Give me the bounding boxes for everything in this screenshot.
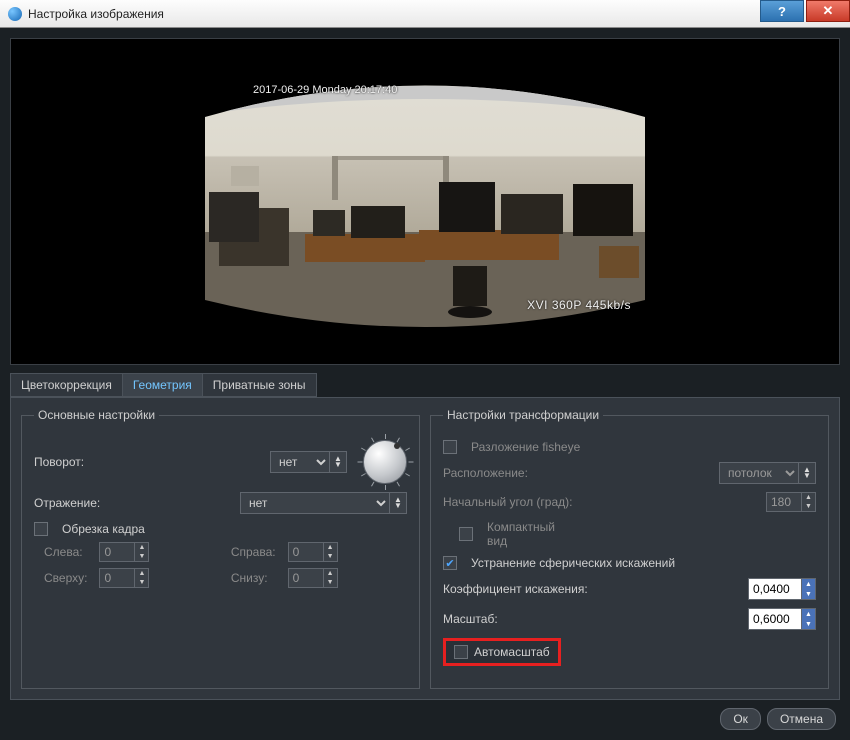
- chevron-down-icon[interactable]: ▲▼: [389, 492, 407, 514]
- tab-color[interactable]: Цветокоррекция: [10, 373, 123, 397]
- rotation-dial[interactable]: [363, 440, 407, 484]
- chevron-down-icon[interactable]: ▲▼: [329, 451, 347, 473]
- app-icon: [8, 7, 22, 21]
- compact-label: Компактный вид: [487, 520, 555, 548]
- spherical-checkbox[interactable]: [443, 556, 457, 570]
- compact-checkbox[interactable]: [459, 527, 473, 541]
- autoscale-highlight: Автомасштаб: [443, 638, 561, 666]
- crop-bottom-input[interactable]: ▲▼: [288, 568, 407, 588]
- rotation-select[interactable]: нет: [270, 451, 330, 473]
- coeff-input[interactable]: ▲▼: [748, 578, 816, 600]
- chevron-down-icon[interactable]: ▲▼: [798, 462, 816, 484]
- scale-input[interactable]: ▲▼: [748, 608, 816, 630]
- placement-select[interactable]: потолок: [719, 462, 799, 484]
- tab-geometry[interactable]: Геометрия: [122, 373, 203, 397]
- autoscale-label: Автомасштаб: [474, 645, 550, 659]
- crop-left-label: Слева:: [44, 545, 87, 559]
- crop-label: Обрезка кадра: [62, 522, 145, 536]
- help-button[interactable]: [760, 0, 804, 22]
- scale-label: Масштаб:: [443, 612, 740, 626]
- tabstrip: Цветокоррекция Геометрия Приватные зоны: [10, 373, 840, 397]
- coeff-label: Коэффициент искажения:: [443, 582, 740, 596]
- crop-top-label: Сверху:: [44, 571, 87, 585]
- overlay-timestamp: 2017-06-29 Monday 20:17:40: [253, 84, 397, 96]
- crop-checkbox[interactable]: [34, 522, 48, 536]
- camera-frame: 2017-06-29 Monday 20:17:40 XVI 360P 445k…: [195, 62, 655, 342]
- rotation-label: Поворот:: [34, 455, 262, 469]
- crop-left-input[interactable]: ▲▼: [99, 542, 218, 562]
- mirror-select[interactable]: нет: [240, 492, 390, 514]
- fisheye-checkbox[interactable]: [443, 440, 457, 454]
- crop-right-label: Справа:: [231, 545, 276, 559]
- crop-right-input[interactable]: ▲▼: [288, 542, 407, 562]
- placement-label: Расположение:: [443, 466, 711, 480]
- close-button[interactable]: [806, 0, 850, 22]
- ok-button[interactable]: Ок: [720, 708, 761, 730]
- crop-bottom-label: Снизу:: [231, 571, 276, 585]
- fisheye-label: Разложение fisheye: [471, 440, 816, 454]
- basic-legend: Основные настройки: [34, 408, 159, 422]
- tab-privacy[interactable]: Приватные зоны: [202, 373, 317, 397]
- overlay-bitrate: XVI 360P 445kb/s: [527, 298, 631, 312]
- crop-top-input[interactable]: ▲▼: [99, 568, 218, 588]
- transform-legend: Настройки трансформации: [443, 408, 603, 422]
- cancel-button[interactable]: Отмена: [767, 708, 836, 730]
- basic-group: Основные настройки Поворот: нет ▲▼: [21, 408, 420, 689]
- start-angle-label: Начальный угол (град):: [443, 495, 758, 509]
- geometry-panel: Основные настройки Поворот: нет ▲▼: [10, 397, 840, 700]
- start-angle-input[interactable]: ▲▼: [766, 492, 816, 512]
- spherical-label: Устранение сферических искажений: [471, 556, 675, 570]
- autoscale-checkbox[interactable]: [454, 645, 468, 659]
- window-title: Настройка изображения: [28, 7, 164, 21]
- crop-grid: Слева: ▲▼ Справа: ▲▼ Сверху: ▲▼ Снизу: ▲…: [34, 542, 407, 588]
- mirror-label: Отражение:: [34, 496, 232, 510]
- transform-group: Настройки трансформации Разложение fishe…: [430, 408, 829, 689]
- preview-area: 2017-06-29 Monday 20:17:40 XVI 360P 445k…: [10, 38, 840, 365]
- titlebar: Настройка изображения: [0, 0, 850, 28]
- dialog-footer: Ок Отмена: [10, 700, 840, 730]
